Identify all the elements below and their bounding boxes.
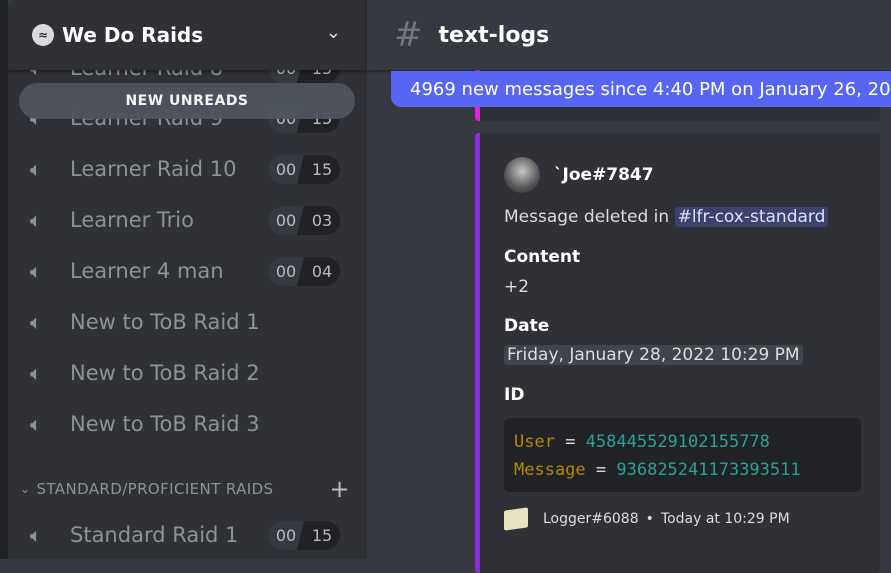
locked-voice-channel-icon: 🔈︎: [30, 157, 42, 181]
locked-voice-channel-icon: 🔈︎: [30, 208, 42, 232]
user-count: 00: [268, 155, 304, 184]
channel-name: New to ToB Raid 3: [70, 412, 260, 436]
locked-voice-channel-icon: 🔈︎: [30, 259, 42, 283]
user-limit-badge: 00 03: [268, 206, 340, 235]
locked-text-channel-icon: #: [394, 15, 423, 55]
voice-channel[interactable]: 🔈︎ Standard Raid 1 00 15: [30, 515, 350, 555]
new-messages-bar[interactable]: 4969 new messages since 4:40 PM on Janua…: [391, 71, 891, 107]
locked-voice-channel-icon: 🔈︎: [30, 361, 42, 385]
embed-author: `Joe#7847: [504, 157, 654, 193]
channel-mention[interactable]: #lfr-cox-standard: [674, 207, 829, 227]
log-embed: `Joe#7847 Message deleted in #lfr-cox-st…: [475, 133, 880, 573]
locked-voice-channel-icon: 🔈︎: [30, 412, 42, 436]
user-limit: 15: [311, 160, 333, 179]
channel-name: Learner Raid 10: [70, 157, 237, 181]
embed-description: Message deleted in #lfr-cox-standard: [504, 207, 829, 227]
locked-voice-channel-icon: 🔈︎: [30, 523, 42, 547]
category-standard-proficient[interactable]: ⌄ STANDARD/PROFICIENT RAIDS +: [20, 475, 350, 503]
author-name[interactable]: `Joe#7847: [554, 165, 654, 185]
code-block: User = 458445529102155778 Message = 9368…: [504, 418, 861, 492]
server-list-strip: [0, 0, 8, 559]
channel-name: Standard Raid 1: [70, 523, 239, 547]
voice-channel[interactable]: 🔈︎ Learner Raid 10 00 15: [30, 149, 350, 189]
category-label: STANDARD/PROFICIENT RAIDS: [36, 480, 274, 498]
field-name: ID: [504, 385, 525, 405]
channel-name: Learner Trio: [70, 208, 194, 232]
channel-name: Learner 4 man: [70, 259, 224, 283]
user-count: 00: [268, 257, 304, 286]
code-value: 458445529102155778: [585, 432, 770, 452]
channel-name: New to ToB Raid 2: [70, 361, 260, 385]
server-name: We Do Raids: [62, 23, 204, 47]
channel-name: New to ToB Raid 1: [70, 310, 260, 334]
chevron-down-icon: ⌄: [20, 482, 31, 496]
field-value: +2: [504, 277, 530, 297]
voice-channel[interactable]: 🔈︎ New to ToB Raid 2: [30, 353, 350, 393]
chevron-down-icon[interactable]: ⌄: [326, 22, 341, 43]
footer-name: Logger#6088: [543, 511, 639, 527]
voice-channel[interactable]: 🔈︎ New to ToB Raid 1: [30, 302, 350, 342]
voice-channel[interactable]: 🔈︎ Learner Trio 00 03: [30, 200, 350, 240]
avatar[interactable]: [504, 157, 540, 193]
new-unreads-button[interactable]: NEW UNREADS: [19, 83, 355, 119]
user-limit: 03: [311, 211, 333, 230]
channel-title: text-logs: [438, 22, 550, 48]
field-value: Friday, January 28, 2022 10:29 PM: [504, 345, 803, 365]
channel-header: # text-logs: [367, 0, 891, 70]
voice-channel[interactable]: 🔈︎ New to ToB Raid 3: [30, 404, 350, 444]
code-key: User: [514, 432, 555, 452]
add-channel-icon[interactable]: +: [329, 475, 350, 503]
embed-footer: Logger#6088 • Today at 10:29 PM: [504, 507, 790, 531]
server-badge-icon: ≈: [32, 24, 54, 46]
description-text: Message deleted in: [504, 207, 670, 227]
locked-voice-channel-icon: 🔈︎: [30, 310, 42, 334]
timestamp: Friday, January 28, 2022 10:29 PM: [504, 345, 803, 365]
field-name: Content: [504, 247, 581, 267]
voice-channel[interactable]: 🔈︎ Learner 4 man 00 04: [30, 251, 350, 291]
user-limit-badge: 00 15: [268, 521, 340, 550]
code-key: Message: [514, 460, 586, 480]
user-limit: 04: [311, 262, 333, 281]
field-name: Date: [504, 316, 550, 336]
user-count: 00: [268, 521, 304, 550]
code-value: 936825241173393511: [616, 460, 801, 480]
user-limit-badge: 00 15: [268, 155, 340, 184]
user-limit: 15: [311, 526, 333, 545]
channel-sidebar: ≈ We Do Raids ⌄ NEW UNREADS 🔈︎ Learner Ra…: [8, 0, 367, 559]
user-limit-badge: 00 04: [268, 257, 340, 286]
user-count: 00: [268, 206, 304, 235]
server-header[interactable]: ≈ We Do Raids ⌄: [8, 0, 367, 70]
footer-time: Today at 10:29 PM: [660, 511, 790, 527]
separator-dot: •: [645, 511, 654, 527]
notepad-icon: [504, 507, 528, 531]
